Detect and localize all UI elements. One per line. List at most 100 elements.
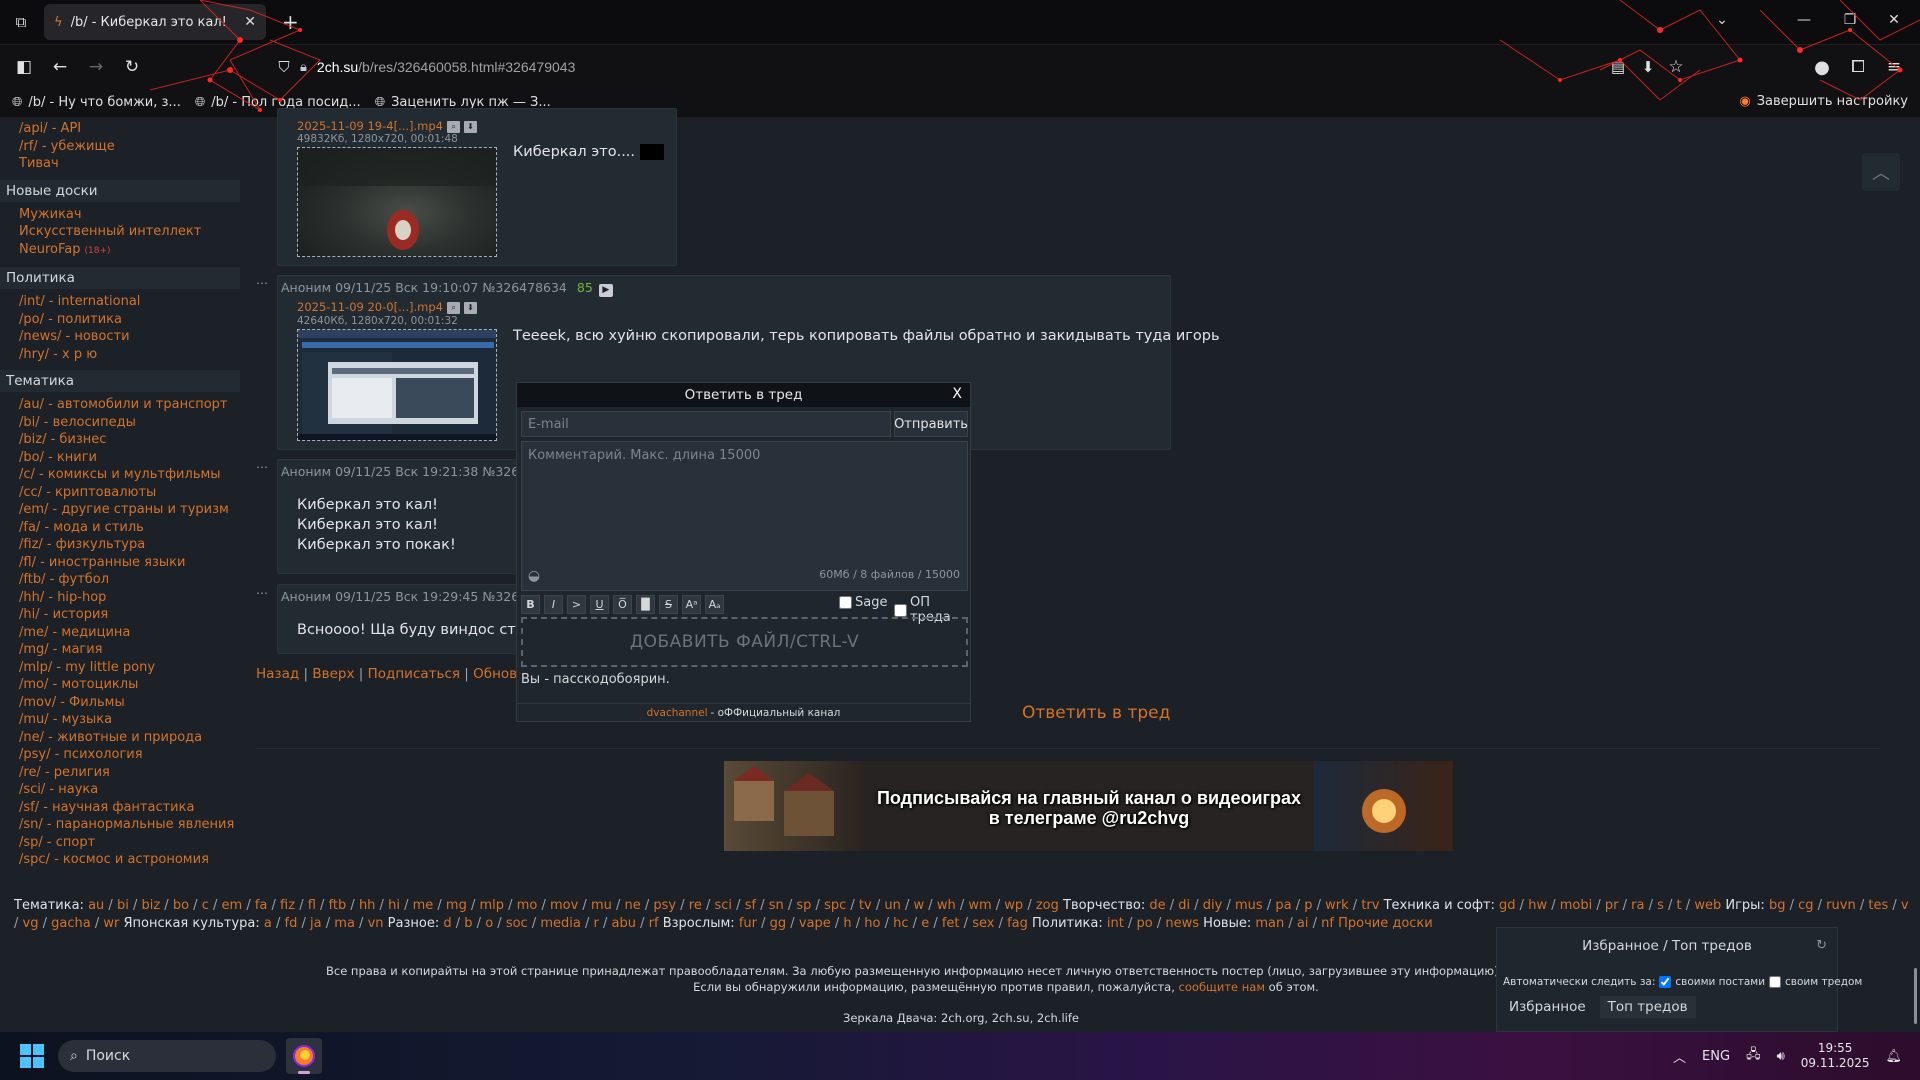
footer-board-link[interactable]: bo: [173, 898, 189, 913]
ad-banner[interactable]: Подписывайся на главный канал о видеоигр…: [724, 761, 1453, 851]
submit-button[interactable]: Отправить: [894, 411, 968, 437]
other-boards-link[interactable]: Прочие доски: [1338, 916, 1433, 931]
footer-board-link[interactable]: ma: [334, 916, 355, 931]
email-input[interactable]: [521, 411, 891, 437]
footer-board-link[interactable]: soc: [506, 916, 528, 931]
close-window-icon[interactable]: ✕: [1880, 12, 1908, 28]
footer-board-link[interactable]: gd: [1499, 898, 1516, 913]
bold-button[interactable]: B: [521, 594, 540, 614]
watch-own-thread-checkbox[interactable]: [1769, 976, 1782, 988]
footer-board-link[interactable]: ne: [625, 898, 641, 913]
back-arrow-icon[interactable]: ←: [48, 55, 72, 79]
footer-board-link[interactable]: ra: [1631, 898, 1644, 913]
sidebar-board-link[interactable]: Искусственный интеллект: [0, 223, 248, 241]
video-thumbnail[interactable]: [297, 329, 497, 441]
footer-board-link[interactable]: di: [1178, 898, 1190, 913]
footer-board-link[interactable]: hw: [1528, 898, 1547, 913]
footer-board-link[interactable]: mo: [517, 898, 538, 913]
channel-link[interactable]: dvachannel: [647, 707, 708, 719]
restore-window-icon[interactable]: ❐: [1836, 12, 1864, 28]
url-text[interactable]: 2ch.su/b/res/326460058.html#326479043: [317, 59, 575, 75]
sidebar-board-link[interactable]: /me/ - медицина: [0, 624, 248, 642]
new-tab-icon[interactable]: +: [282, 10, 299, 34]
sidebar-board-link[interactable]: /fiz/ - физкультура: [0, 536, 248, 554]
taskbar-firefox[interactable]: [286, 1038, 322, 1074]
browser-tab-active[interactable]: ϟ /b/ - Киберкал это кал! ✕: [44, 4, 266, 40]
sidebar-board-link[interactable]: /mu/ - музыка: [0, 711, 248, 729]
footer-board-link[interactable]: wh: [937, 898, 956, 913]
sage-checkbox-label[interactable]: Sage: [839, 595, 887, 610]
footer-board-link[interactable]: vn: [368, 916, 384, 931]
sidebar-board-link[interactable]: /sp/ - спорт: [0, 834, 248, 852]
footer-board-link[interactable]: au: [88, 898, 104, 913]
footer-board-link[interactable]: wr: [103, 916, 119, 931]
search-image-icon[interactable]: ⌕: [447, 120, 461, 133]
footer-board-link[interactable]: man: [1255, 916, 1284, 931]
footer-board-link[interactable]: tv: [859, 898, 872, 913]
notification-icon[interactable]: 🔔︎: [1885, 1049, 1902, 1064]
sidebar-board-link[interactable]: /mov/ - Фильмы: [0, 694, 248, 712]
up-link[interactable]: Вверх: [312, 666, 354, 682]
captcha-icon[interactable]: ◒: [525, 567, 543, 585]
bookmark-item[interactable]: 🌐︎/b/ - Ну что бомжи, з...: [12, 95, 181, 110]
footer-board-link[interactable]: hh: [359, 898, 375, 913]
footer-board-link[interactable]: mlp: [480, 898, 505, 913]
scroll-to-top-button[interactable]: ︿: [1862, 153, 1900, 191]
search-image-icon[interactable]: ⌕: [447, 301, 461, 314]
footer-board-link[interactable]: vape: [799, 916, 831, 931]
network-icon[interactable]: 🖧︎: [1746, 1045, 1761, 1067]
footer-board-link[interactable]: h: [843, 916, 851, 931]
sidebar-board-link[interactable]: /spc/ - космос и астрономия: [0, 851, 248, 869]
footer-board-link[interactable]: rf: [649, 916, 659, 931]
sidebar-board-link[interactable]: /bo/ - книги: [0, 449, 248, 467]
footer-board-link[interactable]: ruvn: [1826, 898, 1856, 913]
clock[interactable]: 19:55 09.11.2025: [1801, 1041, 1870, 1071]
reply-form-header[interactable]: Ответить в тред X: [517, 383, 970, 407]
footer-board-link[interactable]: int: [1107, 916, 1124, 931]
footer-board-link[interactable]: v: [1901, 898, 1909, 913]
back-link[interactable]: Назад: [256, 666, 299, 682]
footer-board-link[interactable]: d: [443, 916, 451, 931]
footer-board-link[interactable]: mov: [550, 898, 578, 913]
sidebar-board-link[interactable]: /hh/ - hip-hop: [0, 589, 248, 607]
sidebar-board-link[interactable]: /au/ - автомобили и транспорт: [0, 396, 248, 414]
footer-board-link[interactable]: hc: [893, 916, 908, 931]
forward-arrow-icon[interactable]: →: [84, 55, 108, 79]
post-number[interactable]: №326: [482, 589, 519, 604]
sidebar-toggle-icon[interactable]: ◧: [12, 55, 36, 79]
footer-board-link[interactable]: wm: [968, 898, 991, 913]
sidebar-board-link[interactable]: /cc/ - криптовалюты: [0, 484, 248, 502]
minimize-window-icon[interactable]: —: [1790, 12, 1818, 28]
footer-board-link[interactable]: hi: [388, 898, 400, 913]
strike-button[interactable]: S: [659, 594, 678, 614]
footer-board-link[interactable]: fiz: [280, 898, 295, 913]
footer-board-link[interactable]: a: [264, 916, 272, 931]
sidebar-board-link[interactable]: /em/ - другие страны и туризм: [0, 501, 248, 519]
menu-icon[interactable]: ≡: [1882, 55, 1906, 79]
footer-board-link[interactable]: s: [1657, 898, 1664, 913]
footer-board-link[interactable]: fd: [285, 916, 298, 931]
footer-board-link[interactable]: re: [689, 898, 702, 913]
play-icon[interactable]: ▶: [598, 284, 613, 297]
sage-checkbox[interactable]: [839, 596, 852, 609]
spoiler-block[interactable]: [639, 144, 664, 160]
report-link[interactable]: сообщите нам: [1179, 980, 1265, 994]
footer-board-link[interactable]: bi: [117, 898, 129, 913]
footer-board-link[interactable]: sex: [972, 916, 994, 931]
sidebar-board-link[interactable]: /mo/ - мотоциклы: [0, 676, 248, 694]
sidebar-board-link[interactable]: /int/ - international: [0, 293, 248, 311]
footer-board-link[interactable]: mus: [1235, 898, 1263, 913]
sidebar-board-link[interactable]: /ftb/ - футбол: [0, 571, 248, 589]
footer-board-link[interactable]: pa: [1275, 898, 1291, 913]
subscript-button[interactable]: Aₐ: [705, 594, 724, 614]
sidebar-board-link[interactable]: /hry/ - х р ю: [0, 346, 248, 364]
address-bar[interactable]: 🔒︎ 2ch.su/b/res/326460058.html#326479043: [270, 53, 1650, 81]
language-indicator[interactable]: ENG: [1702, 1049, 1730, 1064]
overline-button[interactable]: O̅: [613, 594, 632, 614]
reload-icon[interactable]: ↻: [120, 55, 144, 79]
tab-close-icon[interactable]: ✕: [244, 14, 256, 30]
post-file-name[interactable]: 2025-11-09 20-0[...].mp4 ⌕ ⬇: [297, 300, 478, 314]
post-menu-icon[interactable]: ⋯: [256, 586, 269, 600]
file-drop-zone[interactable]: ДОБАВИТЬ ФАЙЛ/CTRL-V: [521, 617, 968, 667]
footer-board-link[interactable]: fa: [255, 898, 268, 913]
